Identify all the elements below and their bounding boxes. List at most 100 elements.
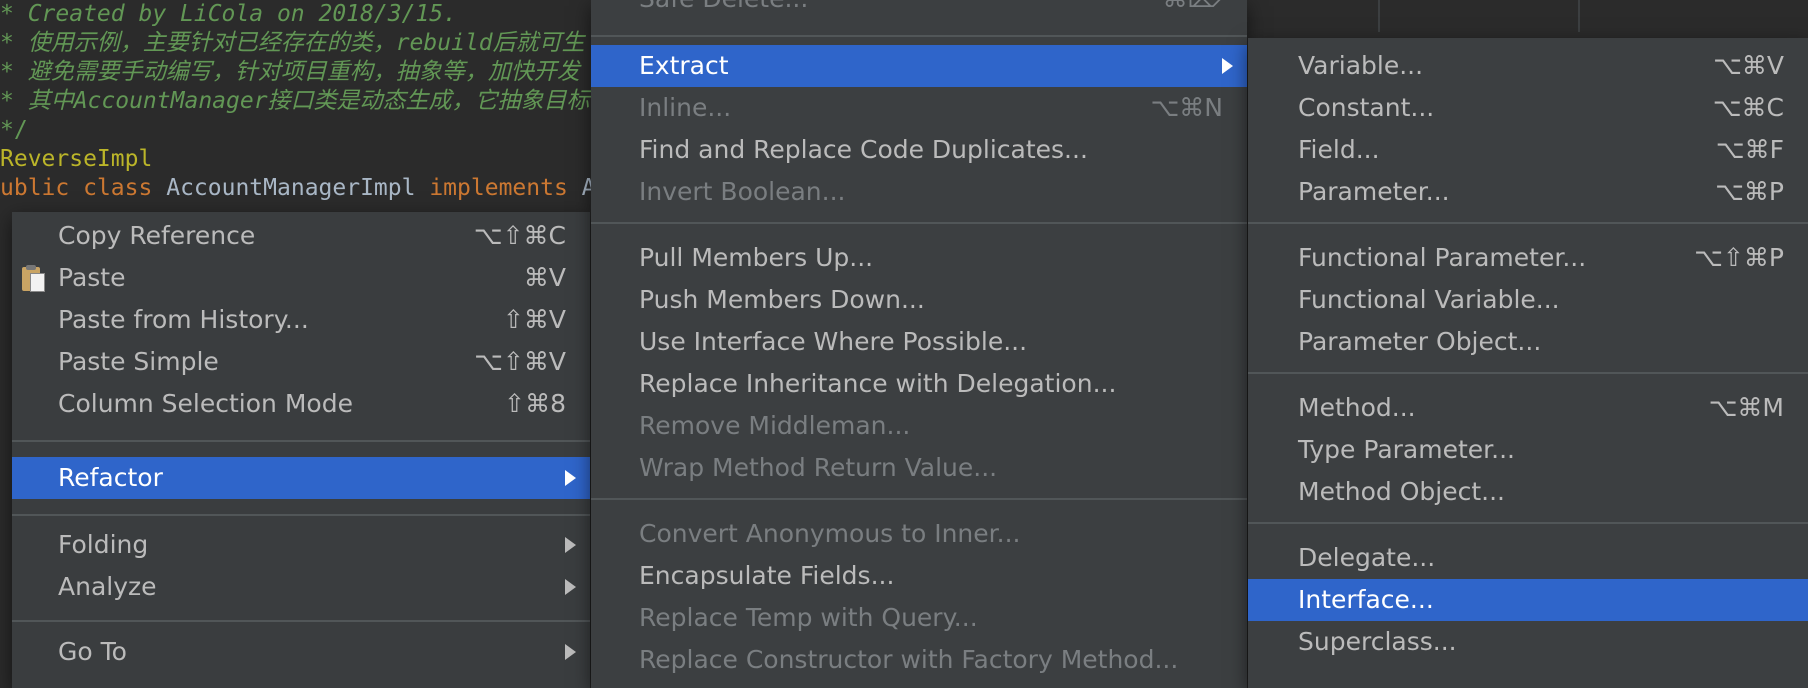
code-line: * 使用示例，主要针对已经存在的类，rebuild后就可生 [0,30,585,56]
menu-separator [12,620,590,622]
menu-item-label: Type Parameter... [1298,435,1515,464]
menu-item-label: Replace Constructor with Factory Method.… [639,645,1179,674]
menu-item-label: Paste from History... [58,305,309,334]
menu-item-label: Convert Anonymous to Inner... [639,519,1021,548]
menu-separator [1248,222,1808,224]
menu-item-folding[interactable]: Folding [12,524,590,566]
menu-item-shortcut: ⌥⌘F [1715,135,1784,164]
keyword: class [83,175,153,201]
menu-separator [591,35,1247,37]
menu-separator [591,222,1247,224]
menu-separator [12,514,590,516]
menu-item-paste-simple[interactable]: Paste Simple ⌥⇧⌘V [12,341,590,383]
submenu-arrow-icon [565,470,576,486]
menu-item-type-parameter[interactable]: Type Parameter... [1248,429,1808,471]
menu-item-label: Inline... [639,93,732,122]
menu-item-push-members-down[interactable]: Push Members Down... [591,279,1247,321]
gutter-divider [1378,0,1380,32]
menu-item-shortcut: ⌥⌘C [1712,93,1784,122]
menu-separator [591,498,1247,500]
submenu-arrow-icon [1222,58,1233,74]
code-line: * 其中AccountManager接口类是动态生成，它抽象目标 [0,88,590,114]
menu-item-label: Encapsulate Fields... [639,561,895,590]
menu-item-encapsulate-fields[interactable]: Encapsulate Fields... [591,555,1247,597]
annotation-line: ReverseImpl [0,146,153,172]
menu-item-superclass[interactable]: Superclass... [1248,621,1808,663]
menu-item-label: Method Object... [1298,477,1505,506]
menu-item-parameter-object[interactable]: Parameter Object... [1248,321,1808,363]
menu-item-shortcut: ⌥⇧⌘C [473,221,566,250]
submenu-arrow-icon [565,579,576,595]
menu-separator [1248,522,1808,524]
class-declaration-line: ublic class AccountManagerImpl implement… [0,174,623,203]
menu-item-label: Analyze [58,572,157,601]
menu-item-variable[interactable]: Variable... ⌥⌘V [1248,45,1808,87]
menu-item-label: Replace Inheritance with Delegation... [639,369,1117,398]
menu-item-label: Extract [639,51,729,80]
menu-item-functional-parameter[interactable]: Functional Parameter... ⌥⇧⌘P [1248,237,1808,279]
menu-item-refactor[interactable]: Refactor [12,457,590,499]
submenu-arrow-icon [565,537,576,553]
menu-item-label: Refactor [58,463,163,492]
menu-item-remove-middleman[interactable]: Remove Middleman... [591,405,1247,447]
menu-item-convert-anonymous[interactable]: Convert Anonymous to Inner... [591,513,1247,555]
menu-item-shortcut: ⇧⌘8 [504,389,566,418]
menu-item-label: Functional Variable... [1298,285,1560,314]
menu-item-label: Column Selection Mode [58,389,353,418]
menu-item-parameter[interactable]: Parameter... ⌥⌘P [1248,171,1808,213]
menu-item-paste-from-history[interactable]: Paste from History... ⇧⌘V [12,299,590,341]
menu-item-paste[interactable]: Paste ⌘V [12,257,590,299]
menu-item-column-selection-mode[interactable]: Column Selection Mode ⇧⌘8 [12,383,590,425]
menu-item-shortcut: ⌥⌘M [1708,393,1784,422]
menu-item-analyze[interactable]: Analyze [12,566,590,608]
menu-item-functional-variable[interactable]: Functional Variable... [1248,279,1808,321]
menu-item-copy-reference[interactable]: Copy Reference ⌥⇧⌘C [12,215,590,257]
menu-item-label: Folding [58,530,149,559]
menu-item-pull-members-up[interactable]: Pull Members Up... [591,237,1247,279]
code-line: * 避免需要手动编写，针对项目重构，抽象等，加快开发 [0,59,580,85]
submenu-arrow-icon [565,644,576,660]
menu-item-label: Copy Reference [58,221,256,250]
menu-item-shortcut: ⌥⌘V [1713,51,1784,80]
menu-item-inline[interactable]: Inline... ⌥⌘N [591,87,1247,129]
menu-item-field[interactable]: Field... ⌥⌘F [1248,129,1808,171]
menu-item-interface[interactable]: Interface... [1248,579,1808,621]
paste-icon [20,265,45,292]
menu-item-shortcut: ⌥⌘N [1150,93,1223,122]
keyword: implements [429,175,568,201]
code-line: * Created by LiCola on 2018/3/15. [0,1,457,27]
menu-item-label: Wrap Method Return Value... [639,453,998,482]
menu-item-method-object[interactable]: Method Object... [1248,471,1808,513]
menu-item-label: Method... [1298,393,1416,422]
menu-item-safe-delete[interactable]: Safe Delete... ⌘⌦ [591,0,1247,20]
editor-context-menu: Copy Reference ⌥⇧⌘C Paste ⌘V Paste from … [12,212,590,688]
menu-item-label: Constant... [1298,93,1435,122]
refactor-submenu: Safe Delete... ⌘⌦ Extract Inline... ⌥⌘N … [591,0,1247,688]
menu-item-label: Delegate... [1298,543,1436,572]
menu-item-wrap-method-return[interactable]: Wrap Method Return Value... [591,447,1247,489]
menu-separator [1248,372,1808,374]
menu-item-replace-constructor[interactable]: Replace Constructor with Factory Method.… [591,639,1247,681]
menu-item-label: Go To [58,637,127,666]
menu-item-delegate[interactable]: Delegate... [1248,537,1808,579]
menu-item-label: Use Interface Where Possible... [639,327,1028,356]
menu-item-shortcut: ⌥⌘P [1715,177,1784,206]
menu-item-extract[interactable]: Extract [591,45,1247,87]
menu-item-label: Find and Replace Code Duplicates... [639,135,1088,164]
menu-separator [12,440,590,442]
menu-item-constant[interactable]: Constant... ⌥⌘C [1248,87,1808,129]
menu-item-label: Paste [58,263,126,292]
menu-item-shortcut: ⇧⌘V [502,305,566,334]
menu-item-replace-temp-query[interactable]: Replace Temp with Query... [591,597,1247,639]
menu-item-shortcut: ⌥⇧⌘V [474,347,566,376]
menu-item-label: Invert Boolean... [639,177,846,206]
menu-item-use-interface[interactable]: Use Interface Where Possible... [591,321,1247,363]
menu-item-find-replace-duplicates[interactable]: Find and Replace Code Duplicates... [591,129,1247,171]
menu-item-label: Replace Temp with Query... [639,603,978,632]
menu-item-method[interactable]: Method... ⌥⌘M [1248,387,1808,429]
menu-item-invert-boolean[interactable]: Invert Boolean... [591,171,1247,213]
menu-item-go-to[interactable]: Go To [12,631,590,673]
menu-item-replace-inheritance[interactable]: Replace Inheritance with Delegation... [591,363,1247,405]
menu-item-label: Push Members Down... [639,285,925,314]
menu-item-label: Field... [1298,135,1380,164]
